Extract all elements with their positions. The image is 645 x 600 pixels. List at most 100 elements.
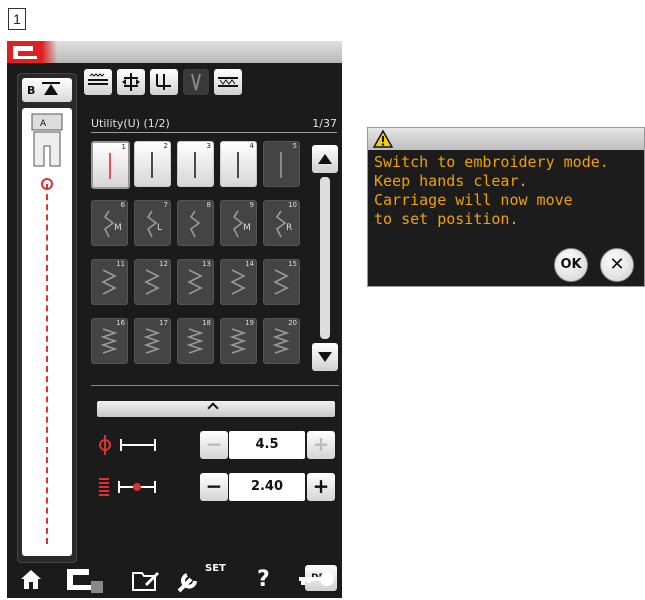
stitch-icon xyxy=(109,153,111,179)
stitch-pattern-9[interactable]: 9M xyxy=(220,200,257,246)
stitch-pattern-10[interactable]: 10 R xyxy=(263,200,300,246)
stitch-pattern-17[interactable]: 17 xyxy=(134,318,171,364)
elongation-icon xyxy=(218,77,238,87)
stitch-pattern-5[interactable]: 5 xyxy=(263,141,300,187)
stitch-pattern-16[interactable]: 16 xyxy=(91,318,128,364)
stitch-icon xyxy=(143,328,161,354)
stitch-pattern-19[interactable]: 19 xyxy=(220,318,257,364)
stitch-icon xyxy=(144,269,160,295)
scroll-track[interactable] xyxy=(320,177,330,339)
flip-icon xyxy=(156,74,171,90)
stitch-number: 11 xyxy=(116,260,125,268)
dialog-header xyxy=(368,128,644,150)
stitch-length-value: 2.40 xyxy=(229,473,305,501)
divider xyxy=(91,385,339,386)
seam-line xyxy=(46,184,48,544)
warning-icon xyxy=(373,130,393,148)
stitch-pattern-12[interactable]: 12 xyxy=(134,259,171,305)
stitch-pattern-11[interactable]: 11 xyxy=(91,259,128,305)
stitch-number: 19 xyxy=(245,319,254,327)
stitch-number: 3 xyxy=(206,142,211,150)
length-decrease-button[interactable]: − xyxy=(200,473,228,501)
help-button[interactable]: ? xyxy=(257,567,270,597)
needle-up-down-button[interactable]: B xyxy=(22,78,72,102)
stitch-pattern-13[interactable]: 13 xyxy=(177,259,214,305)
stitch-icon xyxy=(229,328,247,354)
auto-lock-button[interactable] xyxy=(84,69,112,95)
mode-title: Utility(U) (1/2) 1/37 xyxy=(91,117,337,133)
stitch-number: 6 xyxy=(120,201,125,209)
pattern-scrollbar[interactable] xyxy=(312,145,338,371)
width-increase-button[interactable]: + xyxy=(307,431,335,459)
stitch-pattern-8[interactable]: 8 xyxy=(177,200,214,246)
stitch-pattern-20[interactable]: 20 xyxy=(263,318,300,364)
svg-text:A: A xyxy=(40,119,47,129)
stitch-pattern-3[interactable]: 3 xyxy=(177,141,214,187)
stitch-pattern-2[interactable]: 2 xyxy=(134,141,171,187)
stitch-icon xyxy=(186,328,204,354)
stitch-icon xyxy=(101,269,117,295)
stitch-pattern-4[interactable]: 4 xyxy=(220,141,257,187)
status-bar xyxy=(7,41,342,63)
mode-label: Utility(U) (1/2) xyxy=(91,117,170,130)
open-file-button[interactable] xyxy=(131,567,161,597)
cancel-button[interactable]: ✕ xyxy=(600,248,634,282)
stitch-tag: R xyxy=(286,223,293,233)
flip-button[interactable] xyxy=(150,69,178,95)
stitch-number: 1 xyxy=(121,143,126,151)
embroidery-mode-button[interactable] xyxy=(65,567,105,597)
stitch-icon xyxy=(100,328,118,354)
collapse-button[interactable] xyxy=(97,401,335,417)
stitch-grid: 1 2 3 4 5 6 M 7 L 8 9 M 10 R 11 12 13 14 15 16 17 18 19 20 xyxy=(91,141,303,373)
ok-button[interactable]: OK xyxy=(554,248,588,282)
stitch-pattern-18[interactable]: 18 xyxy=(177,318,214,364)
twin-needle-button[interactable] xyxy=(183,69,209,95)
home-icon xyxy=(21,570,41,589)
key-icon xyxy=(299,572,334,586)
stitch-number: 10 xyxy=(288,201,297,209)
stitch-icon xyxy=(187,269,203,295)
lock-stitch-icon xyxy=(88,73,108,85)
home-button[interactable] xyxy=(19,567,43,597)
stitch-width-value: 4.5 xyxy=(229,431,305,459)
width-decrease-button[interactable]: − xyxy=(200,431,228,459)
stitch-width-icon xyxy=(99,435,156,455)
stitch-number: 17 xyxy=(159,319,168,327)
stitch-number: 16 xyxy=(116,319,125,327)
stitch-tag: L xyxy=(157,223,163,233)
mirror-image-button[interactable] xyxy=(117,69,145,95)
length-increase-button[interactable]: + xyxy=(307,473,335,501)
settings-button[interactable]: SET xyxy=(177,563,226,597)
stitch-pattern-14[interactable]: 14 xyxy=(220,259,257,305)
stitch-icon xyxy=(273,269,289,295)
set-label: SET xyxy=(205,563,226,574)
stitch-number: 5 xyxy=(292,142,297,150)
stitch-icon xyxy=(280,152,282,178)
stitch-pattern-15[interactable]: 15 xyxy=(263,259,300,305)
sewing-machine-icon xyxy=(13,46,37,59)
machine-mode-icon xyxy=(67,569,103,593)
bottom-nav: SET ? xyxy=(7,563,342,598)
stitch-length-row: − 2.40 + xyxy=(95,473,335,501)
stitch-pattern-7[interactable]: 7L xyxy=(134,200,171,246)
step-number: 1 xyxy=(8,8,26,30)
stitch-icon xyxy=(272,328,290,354)
folder-icon xyxy=(132,572,159,591)
stitch-icon xyxy=(189,210,201,238)
stitch-icon xyxy=(230,269,246,295)
stitch-icon xyxy=(237,152,239,178)
elongation-button[interactable] xyxy=(214,69,242,95)
stitch-pattern-6[interactable]: 6M xyxy=(91,200,128,246)
stitch-pattern-1[interactable]: 1 xyxy=(91,141,130,189)
twin-needle-icon xyxy=(191,73,201,91)
help-label: ? xyxy=(257,567,270,592)
stitch-number: 14 xyxy=(245,260,254,268)
scroll-up-button[interactable] xyxy=(312,145,338,173)
stitch-number: 2 xyxy=(163,142,168,150)
lock-button[interactable] xyxy=(297,567,337,597)
scroll-down-button[interactable] xyxy=(312,343,338,371)
stitch-number: 4 xyxy=(249,142,254,150)
stitch-length-icon xyxy=(99,478,156,496)
stitch-icon xyxy=(194,152,196,178)
stitch-number: 9 xyxy=(249,201,254,209)
